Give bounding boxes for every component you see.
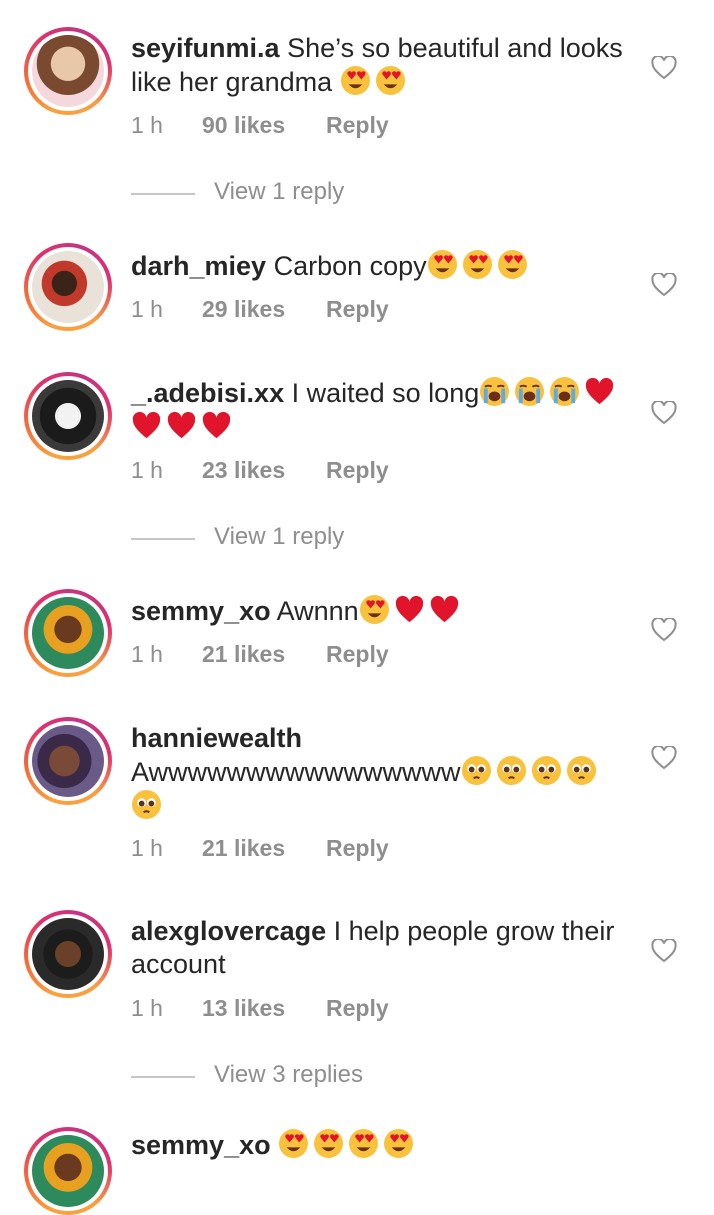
pleading-face-emoji <box>496 755 526 786</box>
avatar-story-ring[interactable] <box>24 717 112 805</box>
like-heart-icon[interactable] <box>651 56 677 80</box>
username-link[interactable]: alexglovercage <box>131 916 326 946</box>
avatar[interactable] <box>32 35 104 107</box>
comment-text: _.adebisi.xx I waited so long <box>131 376 631 444</box>
avatar[interactable] <box>32 725 104 797</box>
like-heart-icon[interactable] <box>651 746 677 770</box>
likes-count[interactable]: 23 likes <box>202 457 326 484</box>
heart-eyes-emoji <box>279 1128 309 1159</box>
divider-line <box>131 1076 195 1078</box>
comment-body: Awnnn <box>277 594 464 626</box>
comment-text: alexglovercage I help people grow their … <box>131 915 631 981</box>
comment-time: 1 h <box>131 641 163 667</box>
view-replies-button[interactable]: View 1 reply <box>131 178 391 208</box>
comment-body: Awwwwwwwwwwwwwwww <box>131 755 601 821</box>
comment-time: 1 h <box>131 995 163 1021</box>
pleading-face-emoji <box>131 789 162 820</box>
like-heart-icon[interactable] <box>651 618 677 642</box>
comment-meta: 1 h 29 likes Reply <box>131 296 389 323</box>
heart-eyes-emoji <box>375 65 405 96</box>
heart-eyes-emoji <box>462 249 492 280</box>
avatar[interactable] <box>32 918 104 990</box>
red-heart-emoji <box>395 595 423 623</box>
heart-eyes-emoji <box>359 594 389 625</box>
avatar-story-ring[interactable] <box>24 27 112 115</box>
like-heart-icon[interactable] <box>651 401 677 425</box>
reply-button[interactable]: Reply <box>326 112 389 139</box>
comment-meta: 1 h 13 likes Reply <box>131 995 389 1022</box>
comment-text: semmy_xo <box>131 1128 631 1162</box>
red-heart-emoji <box>167 411 196 439</box>
heart-eyes-emoji <box>314 1128 344 1159</box>
comment-text: semmy_xo Awnnn <box>131 594 631 628</box>
view-replies-label[interactable]: View 1 reply <box>214 523 344 551</box>
comment-meta: 1 h 21 likes Reply <box>131 835 389 862</box>
like-heart-icon[interactable] <box>651 939 677 963</box>
likes-count[interactable]: 21 likes <box>202 641 326 668</box>
reply-button[interactable]: Reply <box>326 296 389 323</box>
comment-meta: 1 h 21 likes Reply <box>131 641 389 668</box>
comment-time: 1 h <box>131 457 163 483</box>
heart-eyes-emoji <box>340 65 370 96</box>
comment-text: hanniewealth Awwwwwwwwwwwwwwww <box>131 722 631 823</box>
comment-body: Carbon copy <box>274 249 532 281</box>
avatar-story-ring[interactable] <box>24 910 112 998</box>
likes-count[interactable]: 13 likes <box>202 995 326 1022</box>
username-link[interactable]: seyifunmi.a <box>131 33 280 63</box>
comment-text: seyifunmi.a She’s so beautiful and looks… <box>131 32 641 99</box>
view-replies-button[interactable]: View 3 replies <box>131 1061 391 1091</box>
comment-meta: 1 h 90 likes Reply <box>131 112 389 139</box>
avatar[interactable] <box>32 597 104 669</box>
red-heart-emoji <box>430 595 458 623</box>
avatar-story-ring[interactable] <box>24 372 112 460</box>
heart-eyes-emoji <box>497 249 527 280</box>
red-heart-emoji <box>586 377 614 405</box>
red-heart-emoji <box>202 411 231 439</box>
username-link[interactable]: darh_miey <box>131 251 266 281</box>
comment-time: 1 h <box>131 296 163 322</box>
comment-text: darh_miey Carbon copy <box>131 249 631 283</box>
crying-emoji <box>515 376 545 407</box>
username-link[interactable]: semmy_xo <box>131 1130 271 1160</box>
view-replies-button[interactable]: View 1 reply <box>131 523 391 553</box>
avatar[interactable] <box>32 1135 104 1207</box>
comment-time: 1 h <box>131 835 163 861</box>
reply-button[interactable]: Reply <box>326 835 389 862</box>
likes-count[interactable]: 90 likes <box>202 112 326 139</box>
avatar-story-ring[interactable] <box>24 243 112 331</box>
comment-meta: 1 h 23 likes Reply <box>131 457 389 484</box>
comment-time: 1 h <box>131 112 163 138</box>
reply-button[interactable]: Reply <box>326 457 389 484</box>
likes-count[interactable]: 29 likes <box>202 296 326 323</box>
heart-eyes-emoji <box>349 1128 379 1159</box>
divider-line <box>131 193 195 195</box>
crying-emoji <box>550 376 580 407</box>
heart-eyes-emoji <box>384 1128 414 1159</box>
avatar[interactable] <box>32 380 104 452</box>
username-link[interactable]: _.adebisi.xx <box>131 378 284 408</box>
reply-button[interactable]: Reply <box>326 641 389 668</box>
comment-body <box>278 1128 418 1160</box>
red-heart-emoji <box>132 411 161 439</box>
divider-line <box>131 538 195 540</box>
view-replies-label[interactable]: View 3 replies <box>214 1061 363 1089</box>
pleading-face-emoji <box>566 755 596 786</box>
reply-button[interactable]: Reply <box>326 995 389 1022</box>
avatar[interactable] <box>32 251 104 323</box>
pleading-face-emoji <box>531 755 561 786</box>
avatar-story-ring[interactable] <box>24 1127 112 1215</box>
like-heart-icon[interactable] <box>651 273 677 297</box>
username-link[interactable]: hanniewealth <box>131 722 631 755</box>
username-link[interactable]: semmy_xo <box>131 596 271 626</box>
view-replies-label[interactable]: View 1 reply <box>214 178 344 206</box>
avatar-story-ring[interactable] <box>24 589 112 677</box>
pleading-face-emoji <box>461 755 491 786</box>
heart-eyes-emoji <box>427 249 457 280</box>
crying-emoji <box>480 376 510 407</box>
likes-count[interactable]: 21 likes <box>202 835 326 862</box>
